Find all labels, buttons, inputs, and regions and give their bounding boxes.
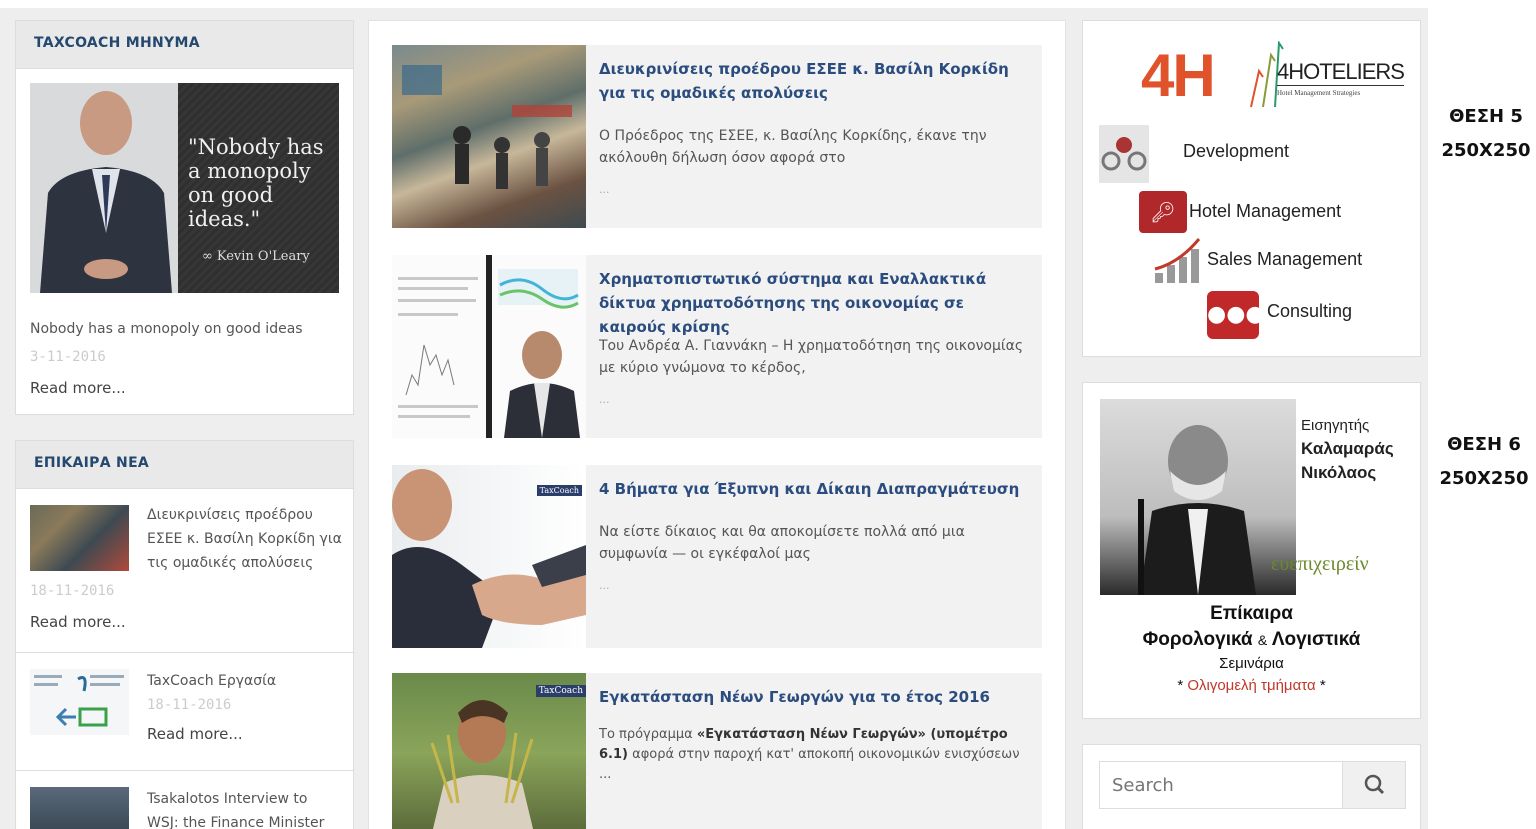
logo-tagline: Hotel Management Strategies (1277, 89, 1361, 97)
post-image[interactable]: TaxCoach (392, 673, 586, 829)
post-image[interactable] (392, 255, 586, 438)
ad-seminar[interactable]: Εισηγητής Καλαμαράς Νικόλαος ευεπιχειρεί… (1082, 382, 1421, 719)
position-label-5: ΘΕΣΗ 5 250X250 (1434, 100, 1536, 168)
search-input[interactable] (1100, 762, 1342, 808)
news-thumbnail[interactable] (30, 669, 129, 735)
seminar-line2c: Λογιστικά (1271, 629, 1361, 650)
news-item-date: 18-11-2016 (30, 583, 115, 599)
service-label: Development (1183, 141, 1290, 161)
service-label: Consulting (1267, 301, 1353, 321)
position-size: 250X250 (1441, 140, 1531, 161)
news-item-date: 18-11-2016 (147, 697, 232, 713)
post-card: Διευκρινίσεις προέδρου ΕΣΕΕ κ. Βασίλη Κο… (392, 45, 1042, 228)
news-item-title[interactable]: TaxCoach Εργασία (147, 669, 342, 693)
position-name: ΘΕΣΗ 5 (1449, 106, 1523, 127)
post-card: TaxCoach 4 Βήματα για Έξυπνη και Δίκαιη … (392, 465, 1042, 648)
post-more[interactable]: ... (599, 393, 610, 406)
speaker-photo (1100, 399, 1296, 595)
taxcoach-badge: TaxCoach (536, 485, 582, 496)
search-icon (1364, 774, 1385, 795)
news-widget: ΕΠΙΚΑΙΡΑ ΝΕΑ Διευκρινίσεις προέδρου ΕΣΕΕ… (15, 440, 354, 829)
post-card: Χρηματοπιστωτικό σύστημα και Εναλλακτικά… (392, 255, 1042, 438)
worksheet-image (34, 675, 124, 727)
position-name: ΘΕΣΗ 6 (1447, 434, 1521, 455)
quote-author: ∞ Kevin O'Leary (202, 249, 310, 264)
gears-icon (1099, 125, 1149, 183)
search-widget (1082, 744, 1421, 829)
service-label: Hotel Management (1189, 201, 1342, 221)
search-button[interactable] (1342, 762, 1405, 808)
speaker-label: Εισηγητής (1301, 417, 1370, 434)
post-title[interactable]: Χρηματοπιστωτικό σύστημα και Εναλλακτικά… (599, 267, 1029, 339)
widget-title: TAXCOACH ΜΗΝΥΜΑ (16, 21, 353, 69)
post-image[interactable] (392, 45, 586, 228)
seminar-line1: Επίκαιρα (1210, 603, 1293, 624)
read-more-link[interactable]: Read more... (147, 725, 243, 743)
news-thumbnail[interactable] (30, 787, 129, 829)
taxcoach-badge: TaxCoach (535, 685, 586, 697)
position-label-6: ΘΕΣΗ 6 250X250 (1432, 428, 1536, 496)
read-more-link[interactable]: Read more... (30, 613, 126, 631)
post-more[interactable]: ... (599, 183, 610, 196)
post-title[interactable]: Διευκρινίσεις προέδρου ΕΣΕΕ κ. Βασίλη Κο… (599, 57, 1029, 105)
message-widget: TAXCOACH ΜΗΝΥΜΑ "Nobody has a monopoly o… (15, 20, 354, 415)
post-date: 3-11-2016 (30, 349, 106, 365)
quote-author-name: Kevin O'Leary (216, 249, 310, 264)
seminar-line2a: Φορολογικά (1142, 629, 1253, 650)
news-item: Tsakalotos Interview to WSJ: the Finance… (16, 771, 353, 829)
team-icon: ●●● (1207, 291, 1265, 339)
logo-4h: 4H (1141, 42, 1216, 109)
document-image (392, 255, 586, 438)
news-item-title[interactable]: Διευκρινίσεις προέδρου ΕΣΕΕ κ. Βασίλη Κο… (147, 503, 342, 575)
seminar-line4: * Ολιγομελή τμήματα * (1083, 677, 1420, 694)
news-item-title[interactable]: Tsakalotos Interview to WSJ: the Finance… (147, 787, 342, 829)
read-more-link[interactable]: Read more... (30, 379, 126, 397)
service-label: Sales Management (1207, 249, 1363, 269)
hoteliers-logo: 4H 4HOTELIERS Hotel Management Strategie… (1141, 41, 1411, 121)
asterisk-icon: * (1319, 677, 1326, 694)
ad-hoteliers[interactable]: 4H 4HOTELIERS Hotel Management Strategie… (1082, 20, 1421, 357)
quote-image[interactable]: "Nobody has a monopoly on good ideas." ∞… (30, 83, 339, 293)
flourish-icon: ∞ (202, 249, 213, 264)
post-image[interactable]: TaxCoach (392, 465, 586, 648)
seminar-line2: Φορολογικά & Λογιστικά (1083, 629, 1420, 651)
bar-growth-icon (1154, 238, 1201, 283)
speaker-name-2: Νικόλαος (1301, 463, 1377, 482)
news-item: TaxCoach Εργασία 18-11-2016 Read more... (16, 653, 353, 771)
protest-image (402, 65, 572, 189)
speaker-image (1138, 425, 1256, 595)
news-item: Διευκρινίσεις προέδρου ΕΣΕΕ κ. Βασίλη Κο… (16, 489, 353, 653)
speaker-name-1: Καλαμαράς (1301, 439, 1394, 458)
post-card: TaxCoach Εγκατάσταση Νέων Γεωργών για το… (392, 673, 1042, 829)
excerpt-lead: Το πρόγραμμα (599, 727, 693, 742)
seminar-line3: Σεμινάρια (1219, 655, 1284, 672)
seminar-line4-text: Ολιγομελή τμήματα (1187, 677, 1316, 694)
news-thumbnail[interactable] (30, 505, 129, 571)
widget-title: ΕΠΙΚΑΙΡΑ ΝΕΑ (16, 441, 353, 489)
search-box (1099, 761, 1406, 809)
seminar-brand: ευεπιχειρείν (1271, 553, 1369, 575)
quote-text: "Nobody has a monopoly on good ideas." (188, 135, 324, 231)
key-icon: 🔑︎ (1139, 191, 1187, 233)
quote-caption[interactable]: Nobody has a monopoly on good ideas (30, 317, 303, 341)
excerpt-rest: αφορά στην παροχή κατ' αποκοπή οικονομικ… (599, 747, 1020, 782)
post-excerpt: Ο Πρόεδρος της ΕΣΕΕ, κ. Βασίλης Κορκίδης… (599, 128, 987, 166)
logo-wordmark: 4HOTELIERS (1277, 59, 1405, 86)
post-excerpt: Το πρόγραμμα «Εγκατάσταση Νέων Γεωργών» … (599, 725, 1029, 785)
post-excerpt: Του Ανδρέα Α. Γιαννάκη – Η χρηματοδότηση… (599, 338, 1024, 376)
post-title[interactable]: Εγκατάσταση Νέων Γεωργών για το έτος 201… (599, 685, 1029, 709)
position-size: 250X250 (1439, 468, 1529, 489)
post-excerpt: Να είστε δίκαιος και θα αποκομίσετε πολλ… (599, 524, 965, 562)
asterisk-icon: * (1177, 677, 1184, 694)
post-more[interactable]: ... (599, 579, 610, 592)
seminar-line2b: & (1257, 632, 1268, 648)
post-title[interactable]: 4 Βήματα για Έξυπνη και Δίκαιη Διαπραγμά… (599, 477, 1029, 501)
